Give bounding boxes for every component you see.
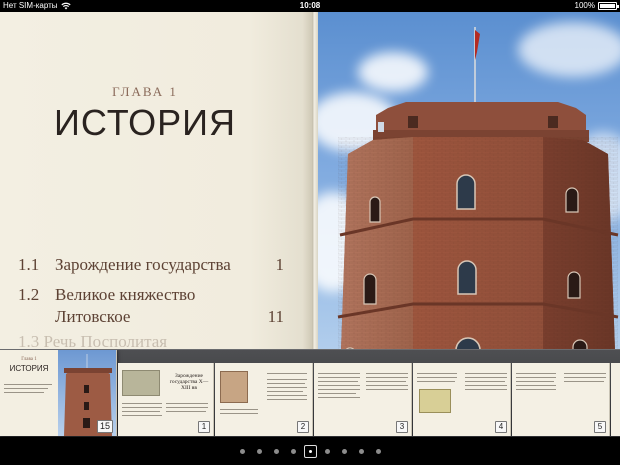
- thumb-page-number: 1: [198, 421, 210, 433]
- toc-item[interactable]: 1.1 Зарождение государства 1: [18, 254, 288, 276]
- thumb-left-page: Глава 1 ИСТОРИЯ: [0, 350, 58, 436]
- page-dot[interactable]: [358, 449, 364, 454]
- thumb-page[interactable]: [611, 363, 620, 436]
- page-dot[interactable]: [273, 449, 279, 454]
- chapter-label: ГЛАВА 1: [112, 84, 178, 99]
- thumb-caption: Глава 1: [21, 357, 37, 362]
- thumb-page-number: 2: [297, 421, 309, 433]
- thumb-page-number: 15: [96, 420, 113, 433]
- status-bar: Нет SIM-карты 10:08 100%: [0, 0, 620, 12]
- battery-percent: 100%: [574, 1, 595, 10]
- thumb-map-image: [122, 370, 160, 396]
- status-right: 100%: [574, 0, 619, 12]
- page-dot[interactable]: [290, 449, 296, 454]
- thumb-title: ИСТОРИЯ: [9, 364, 49, 373]
- thumb-page-number: 3: [396, 421, 408, 433]
- toc-item-page: 1: [275, 255, 285, 274]
- thumb-page[interactable]: 3: [314, 363, 412, 436]
- page-dot[interactable]: [324, 449, 330, 454]
- thumb-map-image: [419, 389, 451, 413]
- thumb-page[interactable]: 4: [413, 363, 511, 436]
- table-of-contents: 1.1 Зарождение государства 1 1.2 Великое…: [18, 254, 288, 336]
- thumb-page[interactable]: Зарождение государства X—XIII вв 1: [118, 363, 214, 436]
- chapter-title: ИСТОРИЯ: [54, 102, 236, 143]
- toc-item-page: 11: [267, 307, 284, 326]
- toc-item[interactable]: 1.2 Великое княжество Литовское 11: [18, 284, 288, 328]
- page-dot[interactable]: [341, 449, 347, 454]
- thumb-title: Зарождение государства X—XIII вв: [169, 373, 209, 391]
- thumb-page[interactable]: 5: [512, 363, 610, 436]
- toc-item-number: 1.1: [18, 255, 40, 274]
- toc-item-number: 1.2: [18, 285, 40, 304]
- page-filmstrip[interactable]: Глава 1 ИСТОРИЯ 15 Зарождение государств…: [0, 349, 620, 437]
- battery-fill: [600, 4, 615, 8]
- toc-item-title: Великое княжество Литовское: [55, 285, 196, 326]
- status-time: 10:08: [299, 1, 321, 10]
- thumb-page-number: 4: [495, 421, 507, 433]
- thumb-page[interactable]: 2: [215, 363, 313, 436]
- page-dot[interactable]: [239, 449, 245, 454]
- thumb-current-chapter[interactable]: Глава 1 ИСТОРИЯ 15: [0, 350, 117, 436]
- page-indicator[interactable]: [0, 437, 620, 465]
- thumb-figure-image: [220, 371, 248, 403]
- toc-item-title: Зарождение государства: [55, 255, 231, 274]
- thumb-page-number: 5: [594, 421, 606, 433]
- page-dot-current[interactable]: [303, 445, 317, 458]
- battery-icon: [598, 2, 619, 10]
- page-dot[interactable]: [256, 449, 262, 454]
- page-dot[interactable]: [375, 449, 381, 454]
